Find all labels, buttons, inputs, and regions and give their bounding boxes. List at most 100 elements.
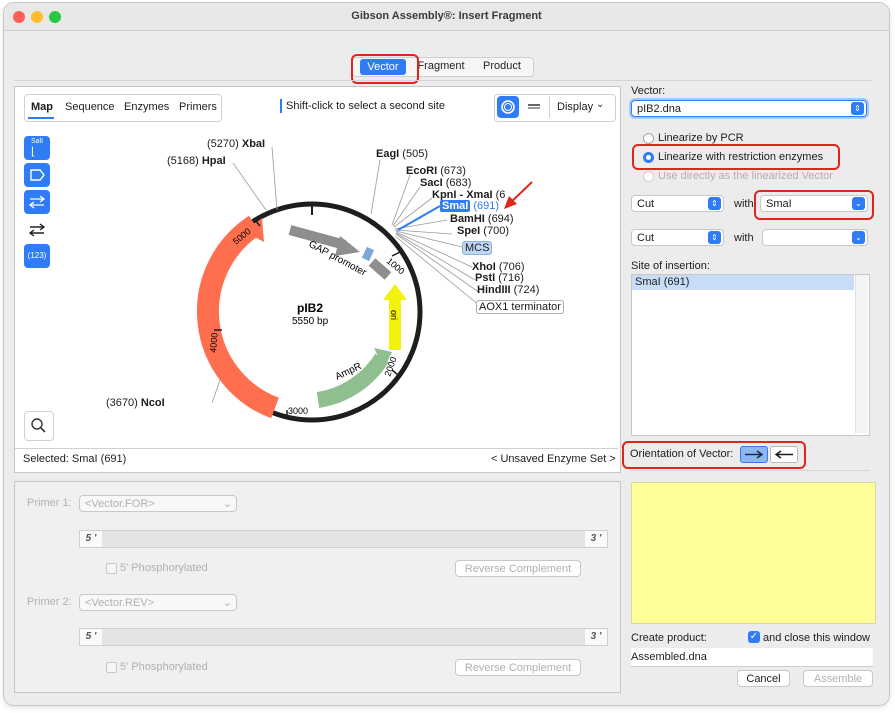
primer1-select[interactable]: <Vector.FOR> ⌄ [79, 495, 237, 512]
label-ori: ori [389, 310, 399, 320]
chevron-down-icon: ⌄ [222, 498, 232, 510]
plasmid-name: pIB2 [297, 301, 323, 315]
feature-ori-arrowhead [383, 284, 407, 300]
primer1-phosphorylated-label: 5' Phosphorylated [120, 562, 208, 574]
primer2-label: Primer 2: [27, 596, 72, 608]
primer1-5prime: 5 ' [80, 531, 102, 547]
radio-use-directly[interactable] [643, 171, 654, 182]
site-ncoi[interactable]: (3670) NcoI [106, 397, 165, 409]
status-divider [15, 448, 618, 449]
primer2-reverse-complement-button[interactable]: Reverse Complement [455, 659, 581, 676]
selected-status: Selected: SmaI (691) [23, 453, 127, 465]
tick-label-4000: 4000 [208, 332, 220, 353]
list-item-smai[interactable]: SmaI (691) [632, 275, 854, 290]
site-hindiii-pos: (724) [513, 284, 540, 296]
primer2-5prime: 5 ' [80, 629, 102, 645]
updown-chevron-icon: ⇕ [851, 102, 864, 115]
site-smai-name: SmaI [440, 200, 471, 212]
close-window-checkbox[interactable]: ✓ [748, 631, 760, 643]
site-hpai[interactable]: (5168) HpaI [167, 155, 226, 167]
primer2-sequence-field[interactable]: 5 ' 3 ' [79, 628, 608, 646]
site-spei-name: SpeI [457, 225, 481, 237]
vector-file-select[interactable]: pIB2.dna ⇕ [631, 100, 867, 117]
site-bamhi-pos: (694) [487, 213, 514, 225]
site-bamhi[interactable]: BamHI (694) [450, 213, 514, 225]
site-psti[interactable]: PstI (716) [475, 272, 524, 284]
highlight-orientation [622, 441, 806, 469]
list-scrollbar[interactable] [855, 275, 868, 433]
primer2-select[interactable]: <Vector.REV> ⌄ [79, 594, 237, 611]
vector-file-value: pIB2.dna [637, 103, 682, 115]
site-ncoi-name: NcoI [140, 397, 165, 409]
right-divider [630, 470, 870, 471]
cut-select-2[interactable]: Cut ⇕ [631, 229, 724, 246]
highlight-restriction-option [632, 144, 840, 170]
site-saci[interactable]: SacI (683) [420, 177, 471, 189]
feature-mcs-label[interactable]: MCS [462, 241, 493, 255]
primer2-3prime: 3 ' [585, 629, 607, 645]
label-pphis4: PpHIS4 [224, 310, 241, 346]
primer1-reverse-complement-button[interactable]: Reverse Complement [455, 560, 581, 577]
tick-1000 [391, 251, 401, 257]
site-ecori-name: EcoRI [406, 165, 438, 177]
site-hindiii[interactable]: HindIII (724) [477, 284, 539, 296]
site-of-insertion-list[interactable] [631, 274, 870, 436]
site-smai[interactable]: SmaI (691) [440, 200, 499, 212]
site-psti-pos: (716) [498, 272, 524, 284]
create-product-label: Create product: [631, 632, 707, 644]
site-xbai[interactable]: (5270) XbaI [207, 138, 265, 150]
site-bamhi-name: BamHI [450, 213, 485, 225]
label-use-directly: Use directly as the linearized Vector [658, 170, 833, 182]
site-hpai-pos: (5168) [167, 155, 199, 167]
site-spei-pos: (700) [483, 225, 509, 237]
cut-select-2-value: Cut [637, 232, 655, 244]
feature-pphis4[interactable] [196, 215, 280, 419]
site-ncoi-pos: (3670) [106, 397, 138, 409]
chevron-down-icon: ⌄ [222, 597, 232, 609]
site-smai-pos: (691) [473, 200, 500, 212]
cut-select-1[interactable]: Cut ⇕ [631, 195, 724, 212]
plasmid-size: 5550 bp [292, 316, 329, 327]
feature-mcs-block[interactable] [361, 246, 375, 262]
primer2-phosphorylated-checkbox[interactable] [106, 662, 117, 673]
primer1-sequence-field[interactable]: 5 ' 3 ' [79, 530, 608, 548]
primer1-label: Primer 1: [27, 497, 72, 509]
site-hindiii-name: HindIII [477, 284, 511, 296]
tick-label-3000: 3000 [288, 406, 308, 416]
site-ecori-pos: (673) [440, 165, 466, 177]
primer1-select-value: <Vector.FOR> [85, 498, 155, 510]
primer1-phosphorylated-checkbox[interactable] [106, 563, 117, 574]
enzyme-set-selector[interactable]: < Unsaved Enzyme Set > [491, 453, 616, 465]
close-window-label: and close this window [763, 632, 871, 644]
assemble-button[interactable]: Assemble [803, 670, 873, 687]
site-saci-pos: (683) [445, 177, 472, 189]
chevron-down-icon: ⌄ [852, 231, 865, 244]
site-ecori[interactable]: EcoRI (673) [406, 165, 466, 177]
vector-label: Vector: [631, 85, 666, 97]
site-xbai-name: XbaI [241, 138, 266, 150]
highlight-enzyme-select [754, 190, 874, 220]
site-eagi-name: EagI [376, 148, 400, 160]
site-spei[interactable]: SpeI (700) [457, 225, 509, 237]
site-saci-name: SacI [420, 177, 443, 189]
label-linearize-pcr: Linearize by PCR [658, 132, 744, 144]
cut-select-1-value: Cut [637, 198, 655, 210]
notes-panel [631, 482, 876, 624]
primer1-3prime: 3 ' [585, 531, 607, 547]
site-xbai-pos: (5270) [207, 138, 239, 150]
with-label-1: with [734, 198, 754, 210]
site-eagi-pos: (505) [402, 148, 428, 160]
feature-aox1-label[interactable]: AOX1 terminator [476, 300, 564, 314]
product-filename-input[interactable]: Assembled.dna [631, 648, 873, 667]
with-label-2: with [734, 232, 754, 244]
site-psti-name: PstI [475, 272, 496, 284]
site-of-insertion-label: Site of insertion: [631, 260, 710, 272]
site-eagi[interactable]: EagI (505) [376, 148, 428, 160]
site-hpai-name: HpaI [201, 155, 226, 167]
radio-linearize-pcr[interactable] [643, 133, 654, 144]
cancel-button[interactable]: Cancel [737, 670, 790, 687]
enzyme-select-2[interactable]: ⌄ [762, 229, 868, 246]
updown-chevron-icon: ⇕ [708, 197, 721, 210]
primer2-phosphorylated-label: 5' Phosphorylated [120, 661, 208, 673]
updown-chevron-icon: ⇕ [708, 231, 721, 244]
